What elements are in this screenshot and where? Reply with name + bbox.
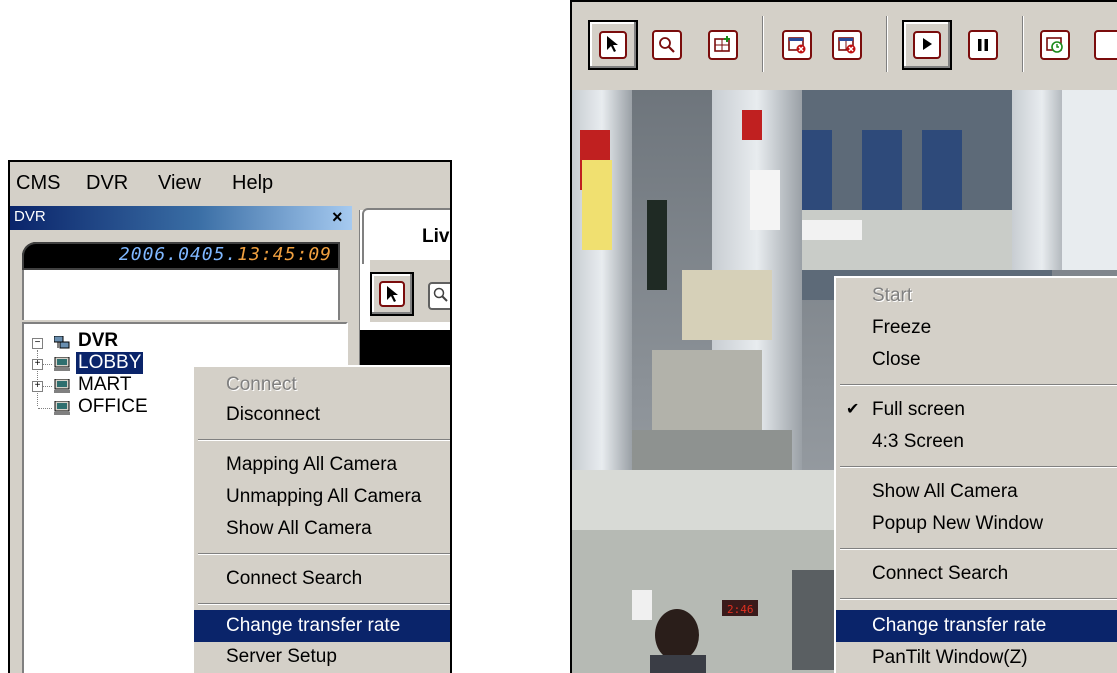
camera-remove-all-button[interactable] xyxy=(830,28,864,62)
pane-title: DVR xyxy=(14,208,46,225)
play-button[interactable] xyxy=(902,20,952,70)
menu-connect[interactable]: Connect xyxy=(194,371,450,399)
camera-remove-all-icon xyxy=(838,37,856,54)
clock-date: 2006.0405. xyxy=(118,244,238,265)
menu-connect-search[interactable]: Connect Search xyxy=(194,565,450,593)
zoom-button[interactable] xyxy=(650,28,684,62)
menu-unmapping-all-camera[interactable]: Unmapping All Camera xyxy=(194,483,450,511)
pause-button[interactable] xyxy=(966,28,1000,62)
select-arrow-icon xyxy=(387,286,398,302)
tree-item-mart[interactable]: MART xyxy=(78,374,131,396)
menu-disconnect[interactable]: Disconnect xyxy=(194,401,450,429)
menu-change-transfer-rate[interactable]: Change transfer rate xyxy=(836,610,1117,642)
close-icon[interactable]: × xyxy=(332,207,343,228)
network-icon xyxy=(54,336,70,349)
more-button[interactable] xyxy=(1092,28,1117,62)
live-view-window: 2:46 Start Freeze Close ✔ Full screen 4:… xyxy=(570,0,1117,673)
camera-remove-button[interactable] xyxy=(780,28,814,62)
menu-mapping-all-camera[interactable]: Mapping All Camera xyxy=(194,451,450,479)
tab-live-label: Live xyxy=(422,226,450,247)
clock-camera-icon xyxy=(1046,37,1063,53)
camera-add-icon xyxy=(714,36,730,52)
pause-icon xyxy=(978,39,988,51)
collapse-icon[interactable]: − xyxy=(32,338,43,349)
menu-show-all-camera[interactable]: Show All Camera xyxy=(194,515,450,543)
select-arrow-icon xyxy=(607,36,618,52)
menu-freeze[interactable]: Freeze xyxy=(836,314,1117,342)
zoom-icon xyxy=(433,287,448,302)
menu-popup-new-window[interactable]: Popup New Window xyxy=(836,510,1117,538)
camera-remove-icon xyxy=(788,37,806,54)
camera-add-button[interactable] xyxy=(706,28,740,62)
cms-window: CMS DVR View Help DVR × 2006.0405.13:45:… xyxy=(8,160,452,673)
tree-item-lobby[interactable]: LOBBY xyxy=(74,351,145,375)
play-icon xyxy=(923,38,932,50)
menu-change-transfer-rate[interactable]: Change transfer rate xyxy=(194,610,450,642)
clock-time: 13:45:09 xyxy=(237,244,332,265)
live-toolbar-right xyxy=(572,2,1117,90)
menu-start[interactable]: Start xyxy=(836,282,1117,310)
schedule-camera-button[interactable] xyxy=(1038,28,1072,62)
menu-cms[interactable]: CMS xyxy=(16,172,60,195)
select-button[interactable] xyxy=(370,272,414,316)
expand-icon[interactable]: + xyxy=(32,381,43,392)
menu-server-setup[interactable]: Server Setup xyxy=(194,643,450,671)
select-button[interactable] xyxy=(588,20,638,70)
menu-close[interactable]: Close xyxy=(836,346,1117,374)
menu-4-3-screen[interactable]: 4:3 Screen xyxy=(836,428,1117,456)
zoom-icon xyxy=(659,37,675,53)
expand-icon[interactable]: + xyxy=(32,359,43,370)
svg-text:2:46: 2:46 xyxy=(727,603,754,616)
menu-bar: CMS DVR View Help xyxy=(10,162,450,204)
computer-icon xyxy=(54,357,70,371)
checkmark-icon: ✔ xyxy=(846,401,860,418)
computer-icon xyxy=(54,379,70,393)
video-context-menu: Start Freeze Close ✔ Full screen 4:3 Scr… xyxy=(834,276,1117,673)
menu-help[interactable]: Help xyxy=(232,172,273,195)
menu-dvr[interactable]: DVR xyxy=(86,172,128,195)
menu-view[interactable]: View xyxy=(158,172,201,195)
clock-display: 2006.0405.13:45:09 xyxy=(22,242,340,270)
computer-icon xyxy=(54,401,70,415)
zoom-button[interactable] xyxy=(420,274,450,314)
menu-connect-search[interactable]: Connect Search xyxy=(836,560,1117,588)
menu-full-screen[interactable]: ✔ Full screen xyxy=(836,396,1117,424)
tree-root-dvr[interactable]: DVR xyxy=(78,330,118,352)
tree-item-office[interactable]: OFFICE xyxy=(78,396,148,418)
menu-show-all-camera[interactable]: Show All Camera xyxy=(836,478,1117,506)
menu-pantilt-window[interactable]: PanTilt Window(Z) xyxy=(836,644,1117,672)
live-toolbar xyxy=(370,260,450,322)
tree-context-menu: Connect Disconnect Mapping All Camera Un… xyxy=(192,365,450,673)
dvr-pane-titlebar: DVR xyxy=(10,206,352,230)
info-panel xyxy=(22,270,340,320)
